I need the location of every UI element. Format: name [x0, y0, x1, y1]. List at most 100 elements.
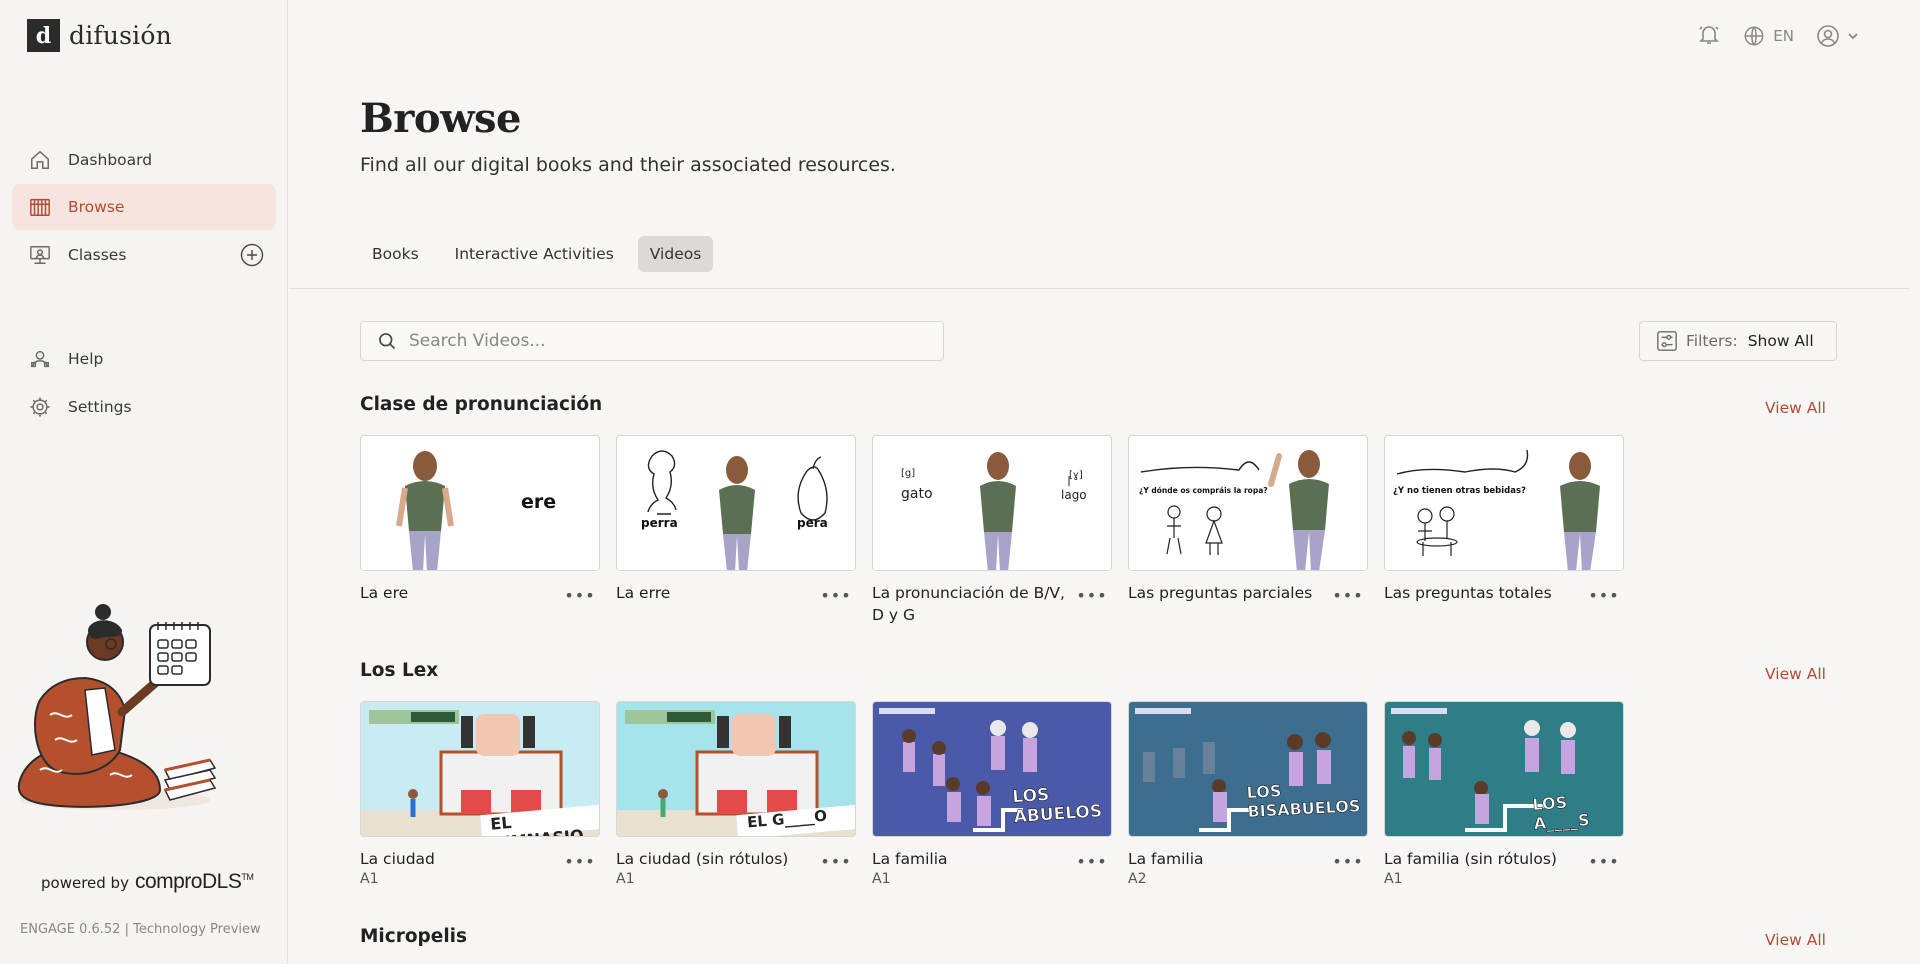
tab-interactive-activities[interactable]: Interactive Activities — [443, 236, 626, 272]
sidebar-item-classes[interactable]: Classes — [12, 232, 276, 278]
language-selector[interactable]: EN — [1743, 25, 1794, 47]
more-options-icon[interactable]: ••• — [1332, 851, 1362, 871]
thumbnail-caption: perra — [641, 516, 678, 530]
more-options-icon[interactable]: ••• — [1588, 585, 1618, 605]
more-options-icon[interactable]: ••• — [564, 851, 594, 871]
video-thumbnail[interactable]: ere — [360, 435, 600, 571]
sidebar-item-label: Dashboard — [68, 151, 153, 169]
tab-videos[interactable]: Videos — [637, 236, 714, 272]
sidebar-item-dashboard[interactable]: Dashboard — [12, 137, 276, 183]
video-card[interactable]: [g] gato [ɣ] lago La pronunciación de B/… — [872, 435, 1112, 624]
logo-mark: d — [27, 19, 60, 52]
video-title: La erre — [616, 584, 671, 602]
section-title: Los Lex — [360, 660, 439, 681]
divider — [289, 288, 1909, 289]
thumbnail-caption: ¿Y no tienen otras bebidas? — [1393, 486, 1526, 496]
video-title: La familia (sin rótulos) — [1384, 850, 1557, 868]
sidebar: d difusión Dashboard Browse Classes Help — [0, 0, 288, 964]
thumbnail-caption: pera — [797, 516, 828, 530]
filters-button[interactable]: Filters: Show All — [1639, 321, 1837, 361]
video-thumbnail[interactable]: [g] gato [ɣ] lago — [872, 435, 1112, 571]
language-code: EN — [1773, 27, 1794, 45]
video-title: La ciudad (sin rótulos) — [616, 850, 789, 868]
phonetic-symbol: [g] — [901, 468, 916, 479]
thumbnail-caption: LOS A____S — [1531, 792, 1591, 834]
video-card[interactable]: ¿Y no tienen otras bebidas? Las pregunta… — [1384, 435, 1624, 605]
video-card[interactable]: LOS BISABUELOS La familia A2 ••• — [1128, 701, 1368, 887]
video-card[interactable]: EL GIMNASIO La ciudad A1 ••• — [360, 701, 600, 887]
view-all-link[interactable]: View All — [1765, 665, 1826, 683]
more-options-icon[interactable]: ••• — [1076, 851, 1106, 871]
video-thumbnail[interactable]: LOS A____S — [1384, 701, 1624, 837]
video-thumbnail[interactable]: perra pera — [616, 435, 856, 571]
thumbnail-caption: LOS BISABUELOS — [1246, 781, 1361, 822]
classroom-icon — [28, 243, 52, 267]
powered-by-label: powered by — [41, 874, 129, 892]
thumbnail-caption: ¿Y dónde os compráis la ropa? — [1139, 486, 1268, 495]
logo-text: difusión — [69, 21, 172, 50]
add-class-icon[interactable] — [240, 243, 264, 271]
video-thumbnail[interactable]: LOS ABUELOS — [872, 701, 1112, 837]
sidebar-item-browse[interactable]: Browse — [12, 184, 276, 230]
powered-by: powered by comproDLSTM — [41, 870, 254, 894]
video-thumbnail[interactable]: EL GIMNASIO — [360, 701, 600, 837]
video-thumbnail[interactable]: ¿Y no tienen otras bebidas? — [1384, 435, 1624, 571]
more-options-icon[interactable]: ••• — [820, 585, 850, 605]
thumbnail-caption: LOS ABUELOS — [1011, 784, 1103, 828]
sliders-icon — [1657, 331, 1677, 351]
sidebar-item-label: Classes — [68, 246, 127, 264]
video-title: La ciudad — [360, 850, 435, 868]
tab-books[interactable]: Books — [360, 236, 431, 272]
more-options-icon[interactable]: ••• — [564, 585, 594, 605]
video-title: La familia — [1128, 850, 1204, 868]
more-options-icon[interactable]: ••• — [820, 851, 850, 871]
sidebar-item-label: Help — [68, 350, 104, 368]
brand-logo[interactable]: d difusión — [27, 19, 172, 52]
search-input[interactable] — [409, 331, 909, 351]
search-icon — [379, 333, 396, 350]
level-label: A1 — [872, 871, 891, 887]
more-options-icon[interactable]: ••• — [1332, 585, 1362, 605]
filters-value: Show All — [1747, 332, 1814, 350]
page-title: Browse — [360, 95, 521, 142]
sidebar-item-help[interactable]: Help — [12, 336, 276, 382]
gear-icon — [28, 395, 52, 419]
library-icon — [28, 195, 52, 219]
video-card[interactable]: perra pera La erre ••• — [616, 435, 856, 605]
home-icon — [28, 148, 52, 172]
video-thumbnail[interactable]: ¿Y dónde os compráis la ropa? — [1128, 435, 1368, 571]
level-label: A1 — [616, 871, 635, 887]
sidebar-item-label: Browse — [68, 198, 125, 216]
topbar: EN — [1697, 22, 1860, 50]
view-all-link[interactable]: View All — [1765, 399, 1826, 417]
view-all-link[interactable]: View All — [1765, 931, 1826, 949]
version-label: ENGAGE 0.6.52 | Technology Preview — [20, 922, 261, 937]
video-card[interactable]: ere La ere ••• — [360, 435, 600, 605]
chevron-down-icon — [1848, 33, 1858, 40]
video-card[interactable]: ¿Y dónde os compráis la ropa? Las pregun… — [1128, 435, 1368, 605]
video-title: Las preguntas parciales — [1128, 584, 1313, 602]
user-avatar-icon — [1817, 25, 1839, 47]
sidebar-item-label: Settings — [68, 398, 132, 416]
level-label: A1 — [1384, 871, 1403, 887]
globe-icon — [1744, 26, 1764, 46]
video-title: Las preguntas totales — [1384, 584, 1552, 602]
video-title: La familia — [872, 850, 948, 868]
video-title: La pronunciación de B/V, D y G — [872, 584, 1065, 624]
video-thumbnail[interactable]: LOS BISABUELOS — [1128, 701, 1368, 837]
video-card[interactable]: LOS ABUELOS La familia A1 ••• — [872, 701, 1112, 887]
video-card[interactable]: EL G____O La ciudad (sin rótulos) A1 ••• — [616, 701, 856, 887]
powered-by-brand: comproDLSTM — [134, 870, 254, 893]
notifications-icon[interactable] — [1697, 22, 1721, 50]
sidebar-item-settings[interactable]: Settings — [12, 384, 276, 430]
search-box — [360, 321, 944, 361]
video-card[interactable]: LOS A____S La familia (sin rótulos) A1 •… — [1384, 701, 1624, 887]
video-title: La ere — [360, 584, 409, 602]
video-thumbnail[interactable]: EL G____O — [616, 701, 856, 837]
level-label: A1 — [360, 871, 379, 887]
section-title: Clase de pronunciación — [360, 394, 603, 415]
user-menu[interactable] — [1816, 24, 1860, 48]
more-options-icon[interactable]: ••• — [1076, 585, 1106, 605]
more-options-icon[interactable]: ••• — [1588, 851, 1618, 871]
teacher-calendar-illustration — [17, 604, 217, 810]
